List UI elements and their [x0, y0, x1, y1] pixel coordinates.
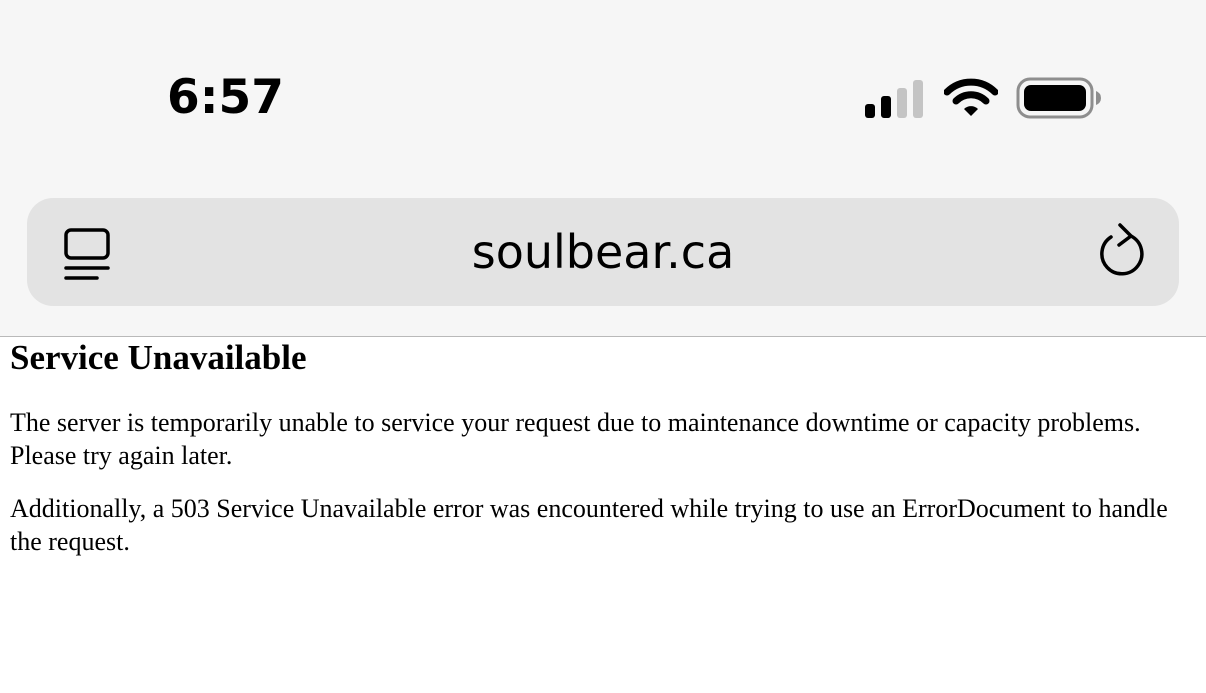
address-bar[interactable]: soulbear.ca — [27, 198, 1179, 306]
battery-icon — [1016, 77, 1101, 119]
error-message: The server is temporarily unable to serv… — [10, 408, 1141, 470]
url-field[interactable]: soulbear.ca — [27, 223, 1179, 281]
signal-icon — [865, 80, 923, 118]
status-time: 6:57 — [167, 70, 284, 125]
error-detail: Additionally, a 503 Service Unavailable … — [10, 494, 1168, 556]
browser-chrome: 6:57 soulbear.ca — [0, 0, 1206, 337]
page-content: Service Unavailable The server is tempor… — [10, 337, 1200, 558]
wifi-icon — [944, 78, 998, 116]
page-title: Service Unavailable — [10, 338, 307, 377]
reload-icon[interactable] — [1099, 222, 1149, 280]
